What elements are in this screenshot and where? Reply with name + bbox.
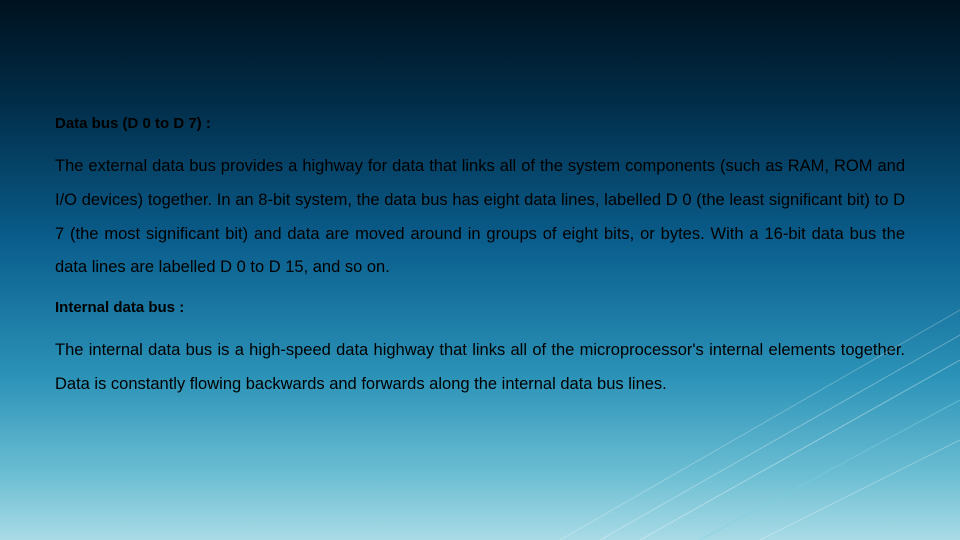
heading-data-bus: Data bus (D 0 to D 7) : (55, 115, 905, 132)
slide-content: Data bus (D 0 to D 7) : The external dat… (55, 115, 905, 416)
slide-container: Data bus (D 0 to D 7) : The external dat… (0, 0, 960, 540)
heading-internal-bus: Internal data bus : (55, 299, 905, 316)
paragraph-data-bus: The external data bus provides a highway… (55, 150, 905, 285)
paragraph-internal-bus: The internal data bus is a high-speed da… (55, 334, 905, 402)
